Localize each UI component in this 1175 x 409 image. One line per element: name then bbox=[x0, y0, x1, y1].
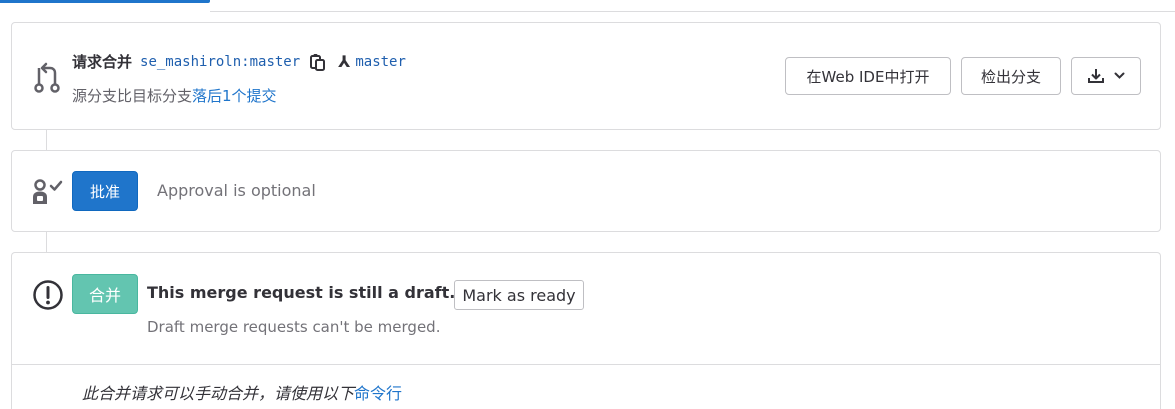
checkout-branch-button[interactable]: 检出分支 bbox=[961, 57, 1061, 95]
tabs-divider bbox=[210, 11, 1175, 12]
download-dropdown-button[interactable] bbox=[1071, 57, 1141, 95]
source-branch[interactable]: se_mashiroln:master bbox=[140, 54, 300, 70]
approval-status-text: Approval is optional bbox=[157, 181, 316, 200]
into-arrow-icon: ⅄ bbox=[338, 52, 351, 71]
branch-status-text: 源分支比目标分支 bbox=[72, 87, 193, 105]
merge-button[interactable]: 合并 bbox=[72, 274, 138, 314]
command-line-link[interactable]: 命令行 bbox=[354, 384, 402, 403]
approval-widget: 批准 Approval is optional bbox=[11, 150, 1161, 232]
draft-status-description: Draft merge requests can't be merged. bbox=[147, 318, 441, 336]
active-tab-indicator bbox=[0, 0, 210, 3]
merge-request-title-line: 请求合并 se_mashiroln:master ⅄ master bbox=[72, 51, 406, 72]
merge-request-label: 请求合并 bbox=[72, 53, 133, 71]
warning-circle-icon bbox=[33, 280, 63, 310]
chevron-down-icon bbox=[1114, 72, 1125, 79]
manual-merge-text: 此合并请求可以手动合并，请使用以下 bbox=[82, 384, 355, 403]
commits-behind-link[interactable]: 落后1个提交 bbox=[192, 87, 277, 105]
merge-request-icon bbox=[34, 62, 60, 93]
copy-icon[interactable] bbox=[308, 52, 328, 72]
merge-request-widget: 请求合并 se_mashiroln:master ⅄ master 源分支比目标… bbox=[11, 22, 1161, 130]
branch-status: 源分支比目标分支落后1个提交 bbox=[72, 85, 277, 106]
merge-widget-divider bbox=[12, 364, 1160, 365]
merge-widget: 合并 This merge request is still a draft. … bbox=[11, 252, 1161, 409]
timeline-connector bbox=[46, 130, 47, 150]
approve-button[interactable]: 批准 bbox=[72, 171, 138, 211]
target-branch[interactable]: master bbox=[355, 54, 406, 70]
draft-status-title: This merge request is still a draft. bbox=[147, 283, 456, 302]
approval-user-check-icon bbox=[33, 179, 63, 204]
open-web-ide-button[interactable]: 在Web IDE中打开 bbox=[785, 57, 951, 95]
mark-as-ready-button[interactable]: Mark as ready bbox=[454, 280, 584, 310]
download-icon bbox=[1088, 69, 1104, 83]
manual-merge-hint: 此合并请求可以手动合并，请使用以下命令行 bbox=[82, 380, 402, 404]
timeline-connector bbox=[46, 232, 47, 252]
